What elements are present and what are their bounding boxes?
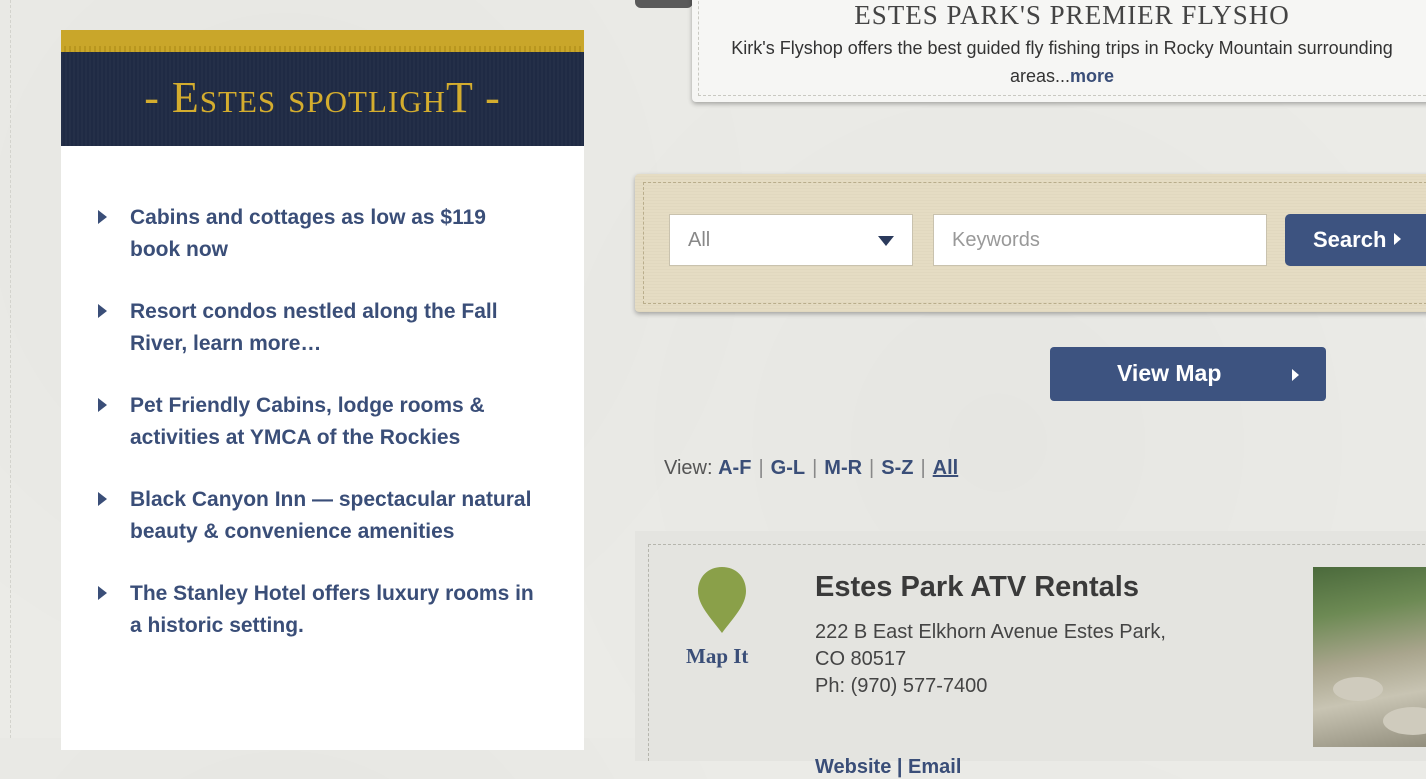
arrow-right-icon bbox=[1394, 233, 1402, 245]
business-links[interactable]: Website | Email bbox=[815, 756, 961, 779]
featured-box: ESTES PARK'S PREMIER FLYSHO Kirk's Flysh… bbox=[692, 0, 1426, 102]
featured-text: Kirk's Flyshop offers the best guided fl… bbox=[692, 34, 1426, 90]
spotlight-item[interactable]: The Stanley Hotel offers luxury rooms in… bbox=[61, 578, 584, 642]
listing-card: Map It Estes Park ATV Rentals 222 B East… bbox=[635, 531, 1426, 778]
spotlight-panel: - Estes spotlighT - Cabins and cottages … bbox=[61, 30, 584, 750]
alpha-filter: View: A-F | G-L | M-R | S-Z | All bbox=[664, 457, 958, 480]
arrow-right-icon bbox=[98, 492, 107, 506]
search-button-label: Search bbox=[1313, 227, 1387, 252]
photo-detail bbox=[1333, 677, 1383, 701]
spotlight-item[interactable]: Black Canyon Inn — spectacular natural b… bbox=[61, 484, 584, 548]
listing-photo bbox=[1313, 567, 1426, 747]
search-button[interactable]: Search bbox=[1285, 214, 1426, 266]
category-value: All bbox=[688, 229, 711, 251]
category-select[interactable]: All bbox=[669, 214, 913, 266]
address-line1: 222 B East Elkhorn Avenue Estes Park, bbox=[815, 621, 1166, 643]
separator: | bbox=[920, 457, 926, 479]
filter-all[interactable]: All bbox=[933, 457, 959, 479]
spotlight-link[interactable]: Cabins and cottages as low as $119 book … bbox=[130, 206, 486, 261]
spotlight-link[interactable]: Resort condos nestled along the Fall Riv… bbox=[130, 300, 498, 355]
business-phone: Ph: (970) 577-7400 bbox=[815, 675, 988, 697]
spotlight-header: - Estes spotlighT - bbox=[61, 30, 584, 146]
arrow-right-icon bbox=[98, 304, 107, 318]
spotlight-item[interactable]: Resort condos nestled along the Fall Riv… bbox=[61, 296, 584, 360]
separator: | bbox=[758, 457, 764, 479]
spotlight-item[interactable]: Pet Friendly Cabins, lodge rooms & activ… bbox=[61, 390, 584, 454]
arrow-right-icon bbox=[1292, 369, 1299, 381]
filter-a-f[interactable]: A-F bbox=[718, 457, 751, 479]
arrow-right-icon bbox=[98, 398, 107, 412]
view-map-button[interactable]: View Map bbox=[1050, 347, 1326, 401]
spotlight-link[interactable]: Pet Friendly Cabins, lodge rooms & activ… bbox=[130, 394, 485, 449]
photo-detail bbox=[1383, 707, 1426, 735]
chevron-down-icon bbox=[878, 236, 894, 246]
view-map-label: View Map bbox=[1117, 360, 1222, 386]
spotlight-list: Cabins and cottages as low as $119 book … bbox=[61, 202, 584, 672]
filter-g-l[interactable]: G-L bbox=[771, 457, 805, 479]
featured-heading: ESTES PARK'S PREMIER FLYSHO bbox=[854, 0, 1290, 30]
arrow-right-icon bbox=[98, 210, 107, 224]
spotlight-item[interactable]: Cabins and cottages as low as $119 book … bbox=[61, 202, 584, 266]
page-left-border bbox=[10, 0, 11, 738]
spotlight-title: - Estes spotlighT - bbox=[144, 73, 501, 122]
address-line2: CO 80517 bbox=[815, 648, 907, 670]
spotlight-link[interactable]: Black Canyon Inn — spectacular natural b… bbox=[130, 488, 531, 543]
map-it-link[interactable]: Map It bbox=[686, 644, 748, 669]
featured-description: Kirk's Flyshop offers the best guided fl… bbox=[731, 38, 1393, 86]
business-address: 222 B East Elkhorn Avenue Estes Park, CO… bbox=[815, 619, 1255, 700]
keywords-input[interactable] bbox=[933, 214, 1267, 266]
filter-m-r[interactable]: M-R bbox=[824, 457, 862, 479]
separator: | bbox=[812, 457, 818, 479]
separator: | bbox=[869, 457, 875, 479]
filter-s-z[interactable]: S-Z bbox=[881, 457, 913, 479]
featured-tab bbox=[635, 0, 693, 8]
map-pin-icon[interactable] bbox=[696, 565, 748, 635]
alpha-filter-label: View: bbox=[664, 457, 713, 479]
business-name[interactable]: Estes Park ATV Rentals bbox=[815, 571, 1139, 604]
arrow-right-icon bbox=[98, 586, 107, 600]
spotlight-link[interactable]: The Stanley Hotel offers luxury rooms in… bbox=[130, 582, 534, 637]
search-panel: All Search bbox=[635, 174, 1426, 312]
more-link[interactable]: more bbox=[1070, 66, 1114, 86]
